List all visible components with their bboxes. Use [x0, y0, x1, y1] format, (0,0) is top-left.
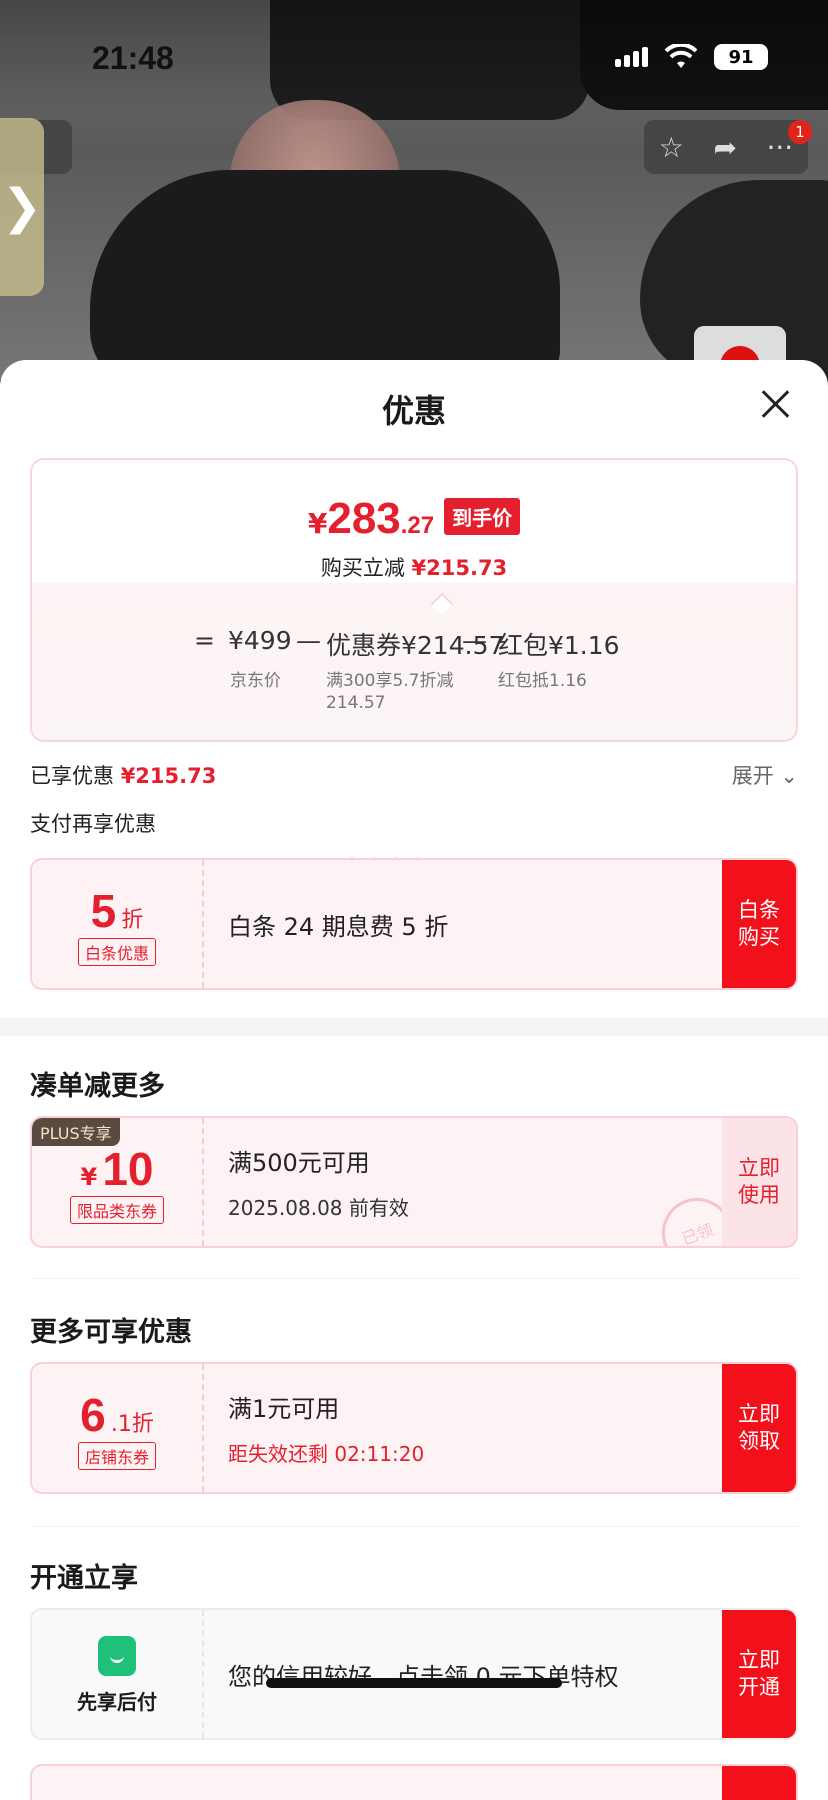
credit-offer: 先享后付 您的信用较好，点击领 0 元下单特权 立即开通: [30, 1608, 798, 1740]
baitiao-buy-button[interactable]: 白条购买: [722, 860, 796, 988]
plus-coupon: PLUS专享 ¥ 10 限品类东券 满500元可用 2025.08.08 前有效…: [30, 1116, 798, 1248]
shop-coupon-value: 6 .1折 店铺东券: [32, 1364, 204, 1492]
claim-now-button[interactable]: 立即领取: [722, 1364, 796, 1492]
plus-coupon-amount: 10: [102, 1143, 154, 1195]
plus-coupon-currency: ¥: [80, 1163, 98, 1191]
shop-coupon-info: 满1元可用 距失效还剩 02:11:20: [228, 1364, 424, 1492]
baitiao-coupon-value: 5 折 白条优惠: [32, 860, 204, 988]
price-currency: ¥: [307, 507, 328, 540]
next-offer-card: [30, 1764, 798, 1800]
red-packet-rule: 红包抵1.16: [498, 671, 587, 691]
shop-coupon: 6 .1折 店铺东券 满1元可用 距失效还剩 02:11:20 立即领取: [30, 1362, 798, 1494]
instant-discount-label: 购买立减: [320, 556, 405, 580]
next-offer-button[interactable]: [722, 1766, 796, 1800]
close-icon[interactable]: [756, 384, 796, 424]
jd-price: ¥499: [228, 626, 292, 655]
activate-now-button[interactable]: 立即开通: [722, 1610, 796, 1738]
wifi-icon: [664, 44, 698, 68]
section-title-combine: 凑单减更多: [30, 1071, 165, 1102]
shop-coupon-discount-decimal: .1折: [110, 1412, 154, 1437]
instant-discount-value: ¥215.73: [411, 556, 508, 580]
enjoyed-label: 已享优惠: [30, 764, 114, 788]
plus-coupon-tag: 限品类东券: [69, 1196, 164, 1224]
divider-line: [30, 1526, 798, 1527]
credit-offer-label: 先享后付: [77, 1690, 157, 1714]
red-packet-amount: 红包¥1.16: [498, 631, 620, 660]
final-price: ¥ 283 .27 到手价: [32, 494, 796, 544]
instant-discount: 购买立减 ¥215.73: [32, 552, 796, 582]
coupon-rule-amount: 214.57: [326, 693, 386, 713]
pay-extra-label: 支付再享优惠: [30, 812, 156, 836]
section-divider: [0, 1018, 828, 1036]
star-favorite-icon[interactable]: ☆: [659, 131, 684, 164]
baitiao-coupon: 5 折 白条优惠 白条 24 期息费 5 折 白条购买: [30, 858, 798, 990]
sheet-title: 优惠: [381, 392, 446, 430]
plus-coupon-info: 满500元可用 2025.08.08 前有效: [228, 1118, 409, 1246]
status-icons: 91: [615, 44, 768, 70]
plus-coupon-condition: 满500元可用: [228, 1149, 370, 1177]
section-title-activate: 开通立享: [30, 1563, 138, 1594]
final-price-tag: 到手价: [444, 498, 521, 535]
home-indicator: [266, 1678, 562, 1688]
status-time: 21:48: [92, 40, 174, 76]
section-title-more: 更多可享优惠: [30, 1317, 192, 1348]
top-actions-bar: ☆ ➦ ···: [644, 120, 808, 174]
enjoyed-value: ¥215.73: [120, 764, 217, 788]
expand-toggle[interactable]: 展开 ⌄: [732, 760, 798, 790]
use-now-button[interactable]: 立即使用: [722, 1118, 796, 1246]
baitiao-tag: 白条优惠: [77, 938, 156, 966]
card-notch: [430, 592, 454, 616]
baitiao-text: 白条 24 期息费 5 折: [228, 912, 449, 941]
battery-icon: 91: [714, 44, 768, 70]
side-drawer-handle[interactable]: ❯: [0, 118, 44, 296]
discount-sheet: 优惠 ¥ 283 .27 到手价 购买立减 ¥215.73 = ¥499 京东价…: [0, 360, 828, 1800]
coupon-rule: 满300享5.7折减: [326, 671, 454, 691]
baitiao-info: 白条 24 期息费 5 折: [228, 860, 448, 988]
cellular-signal-icon: [615, 47, 648, 67]
shop-coupon-discount: 6: [80, 1389, 106, 1441]
notification-badge: 1: [788, 120, 812, 144]
price-integer: 283: [327, 494, 401, 543]
share-icon[interactable]: ➦: [713, 131, 736, 164]
shopping-bag-icon: [98, 1636, 136, 1676]
enjoyed-discount-row: 已享优惠 ¥215.73 展开 ⌄: [30, 760, 798, 790]
shop-coupon-countdown: 距失效还剩 02:11:20: [228, 1442, 425, 1466]
formula-minus-1: —: [296, 626, 321, 655]
credit-offer-info: 您的信用较好，点击领 0 元下单特权: [228, 1610, 619, 1738]
price-decimal: .27: [400, 512, 435, 539]
product-photo-shoe: [90, 170, 560, 380]
formula-equals: =: [194, 626, 215, 655]
chevron-down-icon: ⌄: [780, 764, 798, 788]
credit-offer-icon-area: 先享后付: [32, 1610, 204, 1738]
shop-coupon-condition: 满1元可用: [228, 1395, 340, 1423]
expand-label: 展开: [731, 764, 774, 788]
divider-line: [30, 1278, 798, 1279]
baitiao-discount-number: 5: [90, 885, 117, 937]
plus-coupon-expiry: 2025.08.08 前有效: [228, 1196, 409, 1220]
plus-coupon-value: ¥ 10 限品类东券: [32, 1118, 204, 1246]
formula-minus-2: —: [462, 626, 487, 655]
baitiao-discount-unit: 折: [121, 908, 144, 933]
price-summary-card: ¥ 283 .27 到手价 购买立减 ¥215.73 = ¥499 京东价 — …: [30, 458, 798, 742]
shop-coupon-tag: 店铺东券: [77, 1442, 156, 1470]
jd-price-label: 京东价: [230, 671, 281, 691]
